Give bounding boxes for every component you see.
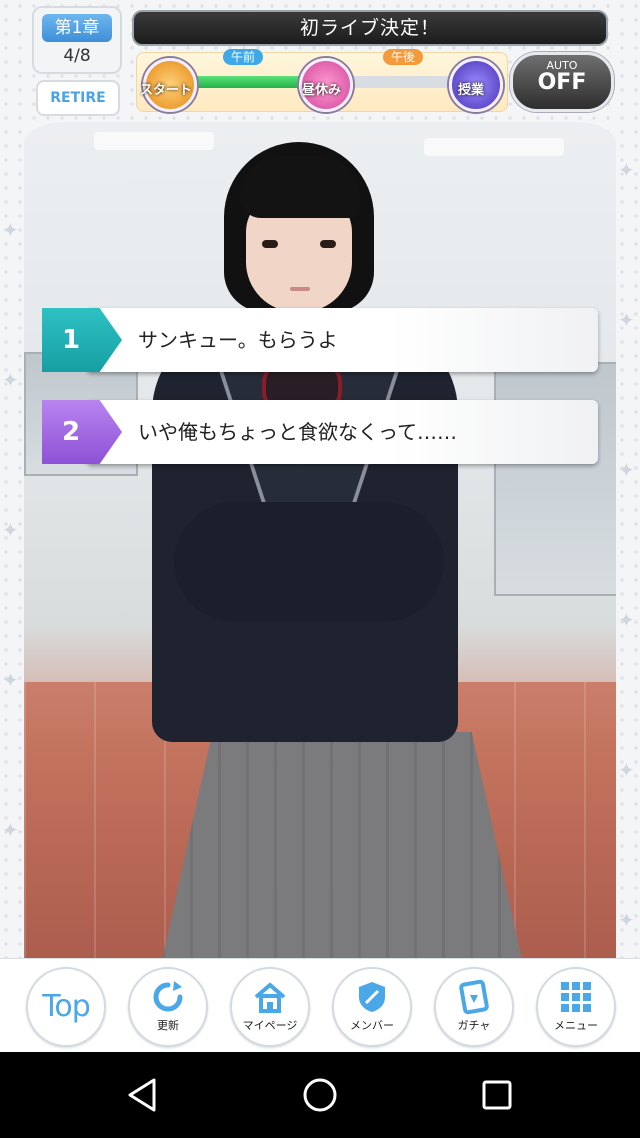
character-bangs <box>240 156 360 218</box>
recents-icon[interactable] <box>476 1074 518 1116</box>
refresh-button[interactable]: 更新 <box>128 967 208 1047</box>
character-portrait <box>24 122 616 960</box>
top-label: Top <box>42 989 91 1024</box>
phase-tag-am: 午前 <box>223 49 264 65</box>
timeline-node-class: 授業 <box>449 58 503 112</box>
chapter-indicator: 第1章 4/8 <box>32 6 122 74</box>
android-nav-bar <box>0 1052 640 1138</box>
card-icon <box>456 979 492 1015</box>
top-hud: 第1章 4/8 RETIRE 初ライブ決定！ 午前 午後 スタート 昼休み 授業… <box>0 0 640 120</box>
shield-icon <box>354 979 390 1015</box>
timeline-node-start: スタート <box>140 58 197 112</box>
home-circle-icon[interactable] <box>299 1074 341 1116</box>
mypage-button[interactable]: マイページ <box>230 967 310 1047</box>
episode-title: 初ライブ決定！ <box>132 10 608 46</box>
chapter-label: 第1章 <box>42 14 112 42</box>
retire-button[interactable]: RETIRE <box>36 80 120 116</box>
choice-text: サンキュー。もらうよ <box>138 328 338 352</box>
gacha-button[interactable]: ガチャ <box>434 967 514 1047</box>
story-scene <box>24 122 616 960</box>
star-border-left: ✦ ✦ ✦ ✦ ✦ <box>2 218 19 842</box>
member-button[interactable]: メンバー <box>332 967 412 1047</box>
character-crossed-arms <box>174 502 444 622</box>
menu-label: メニュー <box>554 1019 598 1032</box>
menu-label: 更新 <box>157 1019 179 1032</box>
character-eye <box>262 240 278 248</box>
auto-toggle-button[interactable]: AUTO OFF <box>510 52 614 112</box>
choice-option-2[interactable]: 2 いや俺もちょっと食欲なくって…… <box>42 400 598 464</box>
timeline-node-lunch: 昼休み <box>299 58 353 112</box>
phase-tag-pm: 午後 <box>383 49 424 65</box>
day-timeline: 午前 午後 スタート 昼休み 授業 <box>136 49 508 112</box>
chapter-progress: 4/8 <box>63 46 91 66</box>
menu-label: ガチャ <box>457 1019 491 1032</box>
home-icon <box>252 979 288 1015</box>
menu-label: メンバー <box>350 1019 394 1032</box>
bottom-menu: Top 更新 マイページ メンバー ガチャ メニュー <box>0 958 640 1053</box>
character-skirt <box>162 732 522 960</box>
refresh-icon <box>150 979 186 1015</box>
choice-option-1[interactable]: 1 サンキュー。もらうよ <box>42 308 598 372</box>
choice-text: いや俺もちょっと食欲なくって…… <box>138 420 457 444</box>
grid-icon <box>558 979 594 1015</box>
node-label-lunch: 昼休み <box>302 83 342 98</box>
character-eye <box>320 240 336 248</box>
node-label-class: 授業 <box>458 83 485 98</box>
menu-label: マイページ <box>242 1019 298 1032</box>
auto-value: OFF <box>537 70 587 95</box>
star-border-right: ✦ ✦ ✦ ✦ ✦ ✦ <box>618 158 635 932</box>
top-button[interactable]: Top <box>26 967 106 1047</box>
menu-button[interactable]: メニュー <box>536 967 616 1047</box>
node-label-start: スタート <box>140 83 193 98</box>
back-icon[interactable] <box>122 1074 164 1116</box>
character-mouth <box>290 287 310 291</box>
